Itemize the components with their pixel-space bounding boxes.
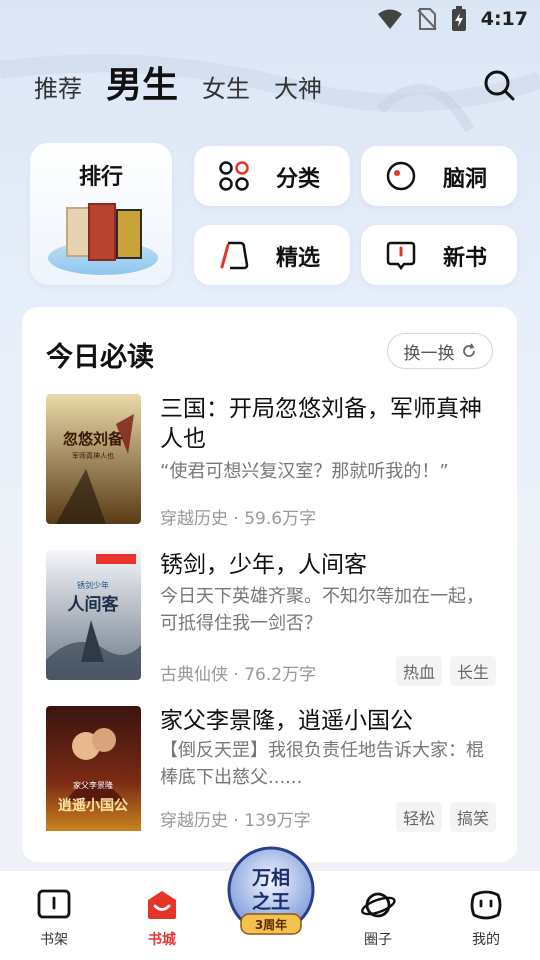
book-cover[interactable]: 忽悠刘备 军师真神人也: [46, 394, 141, 524]
cover-title-text: 忽悠刘备: [63, 430, 124, 448]
book-tags: 轻松 搞笑: [395, 802, 496, 832]
wifi-icon: [377, 9, 402, 29]
nav-bookshelf[interactable]: 书架: [14, 887, 94, 949]
classify-button[interactable]: 分类: [194, 146, 350, 206]
daily-read-card: 今日必读 换一换 忽悠刘备 军师真神人也 三国：开局忽悠刘备，军师真神人也 “使…: [22, 307, 517, 862]
nav-bookstore[interactable]: 书城: [122, 887, 202, 949]
ranked-books-illustration: [66, 203, 142, 261]
featured-label: 精选: [276, 246, 321, 271]
cover-title-text: 逍遥小国公: [58, 797, 128, 814]
profile-face-icon: [470, 890, 502, 920]
refresh-icon: [462, 343, 475, 357]
nav-circle[interactable]: 圈子: [338, 887, 418, 949]
book-genre: 古典仙侠: [160, 665, 228, 685]
book-meta: 穿越历史 · 59.6万字: [160, 504, 316, 529]
tab-male[interactable]: 男生: [106, 56, 178, 110]
book-word-count: 76.2万字: [244, 665, 317, 685]
brainhole-button[interactable]: 脑洞: [361, 146, 517, 206]
book-tag[interactable]: 搞笑: [449, 802, 496, 832]
book-title: 家父李景隆，逍遥小国公: [160, 708, 413, 734]
bookstore-icon: [148, 891, 176, 919]
book-title: 三国：开局忽悠刘备，军师真神人也: [160, 396, 482, 452]
status-bar: 4:17: [0, 0, 540, 36]
book-tag[interactable]: 长生: [449, 656, 496, 686]
status-time: 4:17: [480, 8, 528, 30]
book-cover[interactable]: 锈剑少年 人间客: [46, 550, 141, 680]
top-tabs: 推荐 男生 女生 大神: [34, 60, 346, 110]
cover-subtitle-text: 军师真神人也: [72, 451, 114, 460]
book-description: “使君可想兴复汉室？那就听我的！”: [160, 461, 449, 482]
book-meta: 穿越历史 · 139万字: [160, 806, 311, 831]
book-word-count: 139万字: [244, 811, 311, 831]
badge-line1: 万相: [251, 867, 290, 889]
nav-label: 书城: [148, 932, 176, 948]
cover-subtitle-text: 家父李景隆: [73, 780, 113, 790]
badge-line2: 之王: [252, 890, 290, 913]
badge-ribbon: 3周年: [255, 917, 287, 932]
book-genre: 穿越历史: [160, 509, 228, 529]
book-description: 今日天下英雄齐聚。不知尔等加在一起，可抵得住我一剑否？: [160, 586, 484, 634]
brainhole-label: 脑洞: [443, 167, 488, 192]
newbook-label: 新书: [443, 246, 488, 271]
tab-recommend[interactable]: 推荐: [34, 69, 82, 110]
nav-label: 书架: [40, 932, 68, 948]
book-word-count: 59.6万字: [244, 509, 317, 529]
nav-profile[interactable]: 我的: [446, 887, 526, 949]
newbook-icon: [386, 241, 416, 271]
nav-label: 我的: [472, 932, 500, 948]
featured-icon: [220, 241, 249, 270]
meta-separator: ·: [233, 509, 245, 529]
cover-subtitle-text: 锈剑少年: [77, 580, 109, 590]
book-genre: 穿越历史: [160, 811, 228, 831]
tab-master[interactable]: 大神: [274, 69, 322, 110]
book-tags: 热血 长生: [395, 656, 496, 686]
planet-icon: [361, 892, 396, 918]
nav-label: 圈子: [364, 932, 392, 948]
refresh-button[interactable]: 换一换: [387, 333, 493, 369]
book-tag[interactable]: 轻松: [395, 802, 442, 832]
book-cover[interactable]: 家父李景隆 逍遥小国公: [46, 706, 141, 836]
search-icon[interactable]: [482, 68, 516, 102]
book-title: 锈剑，少年，人间客: [160, 552, 367, 578]
brainhole-icon: [386, 161, 416, 191]
featured-button[interactable]: 精选: [194, 225, 350, 285]
book-meta: 古典仙侠 · 76.2万字: [160, 660, 316, 685]
book-tag[interactable]: 热血: [395, 656, 442, 686]
bookshelf-icon: [37, 889, 71, 919]
book-description: 【倒反天罡】我很负责任地告诉大家：棍棒底下出慈父......: [160, 740, 484, 788]
meta-separator: ·: [233, 811, 245, 831]
newbook-button[interactable]: 新书: [361, 225, 517, 285]
classify-icon: [219, 161, 249, 191]
refresh-label: 换一换: [403, 343, 455, 364]
tab-female[interactable]: 女生: [202, 69, 250, 110]
meta-separator: ·: [233, 665, 245, 685]
rank-label: 排行: [78, 165, 123, 190]
daily-read-title: 今日必读: [46, 342, 154, 373]
rank-button[interactable]: 排行: [30, 143, 172, 285]
cover-title-text: 人间客: [68, 594, 120, 615]
classify-label: 分类: [276, 167, 321, 192]
battery-charging-icon: [451, 6, 466, 31]
anniversary-badge[interactable]: 万相 之王 3周年: [224, 846, 318, 940]
no-sim-icon: [417, 8, 437, 30]
